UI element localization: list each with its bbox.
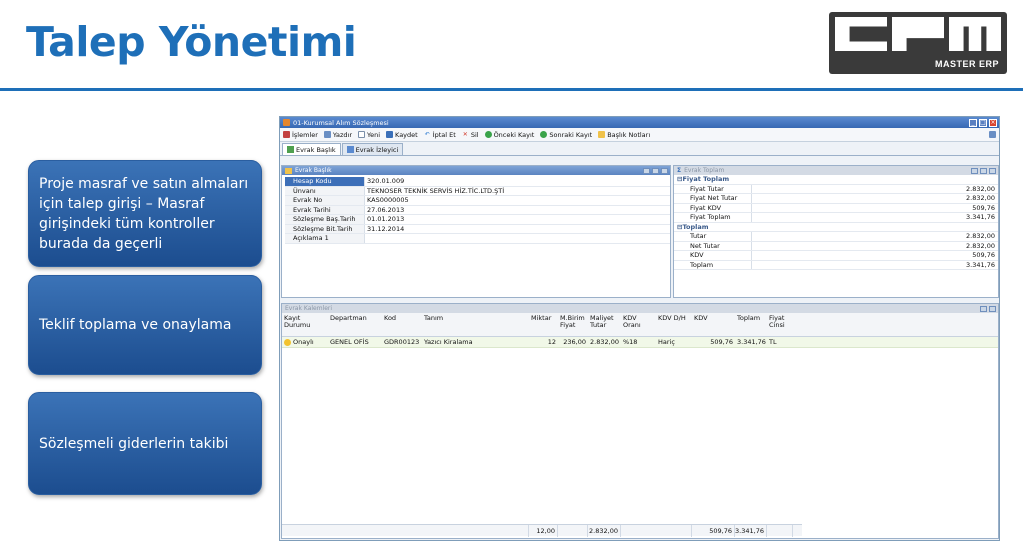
total-row: Fiyat Toplam 3.341,76 [674, 213, 998, 223]
total-row: Toplam 3.341,76 [674, 260, 998, 270]
feature-box-request: Proje masraf ve satın almaları için tale… [28, 160, 262, 267]
close-icon[interactable]: × [989, 118, 997, 127]
previous-record-button[interactable]: Önceki Kayıt [484, 131, 534, 139]
next-record-button[interactable]: Sonraki Kayıt [540, 131, 592, 139]
logo-letters [835, 17, 1001, 51]
footer-kdv: 509,76 [692, 525, 735, 537]
logo-subtitle: MASTER ERP [934, 59, 999, 69]
window-titlebar: 01-Kurumsal Alım Sözleşmesi _ □ × [280, 117, 999, 128]
tab-strip: Evrak Başlık Evrak İzleyici [280, 142, 999, 156]
table-row[interactable]: Onaylı GENEL OFİS GDR00123 Yazıcı Kirala… [282, 337, 998, 348]
total-row: Net Tutar 2.832,00 [674, 241, 998, 251]
cell: 2.832,00 [590, 338, 619, 346]
grid-header: Kayıt Durumu Departman Kod Tanım Miktar … [282, 313, 998, 337]
tab-evrak-izleyici[interactable]: Evrak İzleyici [341, 143, 404, 155]
cell: 236,00 [563, 338, 586, 346]
cancel-button[interactable]: ↶ İptal Et [424, 131, 456, 139]
header-panel-title-bar: Evrak Başlık [282, 166, 670, 175]
footer-maliyet: 2.832,00 [588, 525, 621, 537]
col-header[interactable]: Fiyat Cinsi [767, 315, 793, 329]
feature-box-contracts: Sözleşmeli giderlerin takibi [28, 392, 262, 495]
approved-smiley-icon [284, 338, 291, 346]
total-row: Fiyat KDV 509,76 [674, 203, 998, 213]
help-icon[interactable] [989, 131, 999, 138]
delete-button[interactable]: ✕ Sil [462, 131, 479, 139]
cell: 509,76 [710, 338, 733, 346]
title-rule [0, 88, 1023, 91]
erp-window: 01-Kurumsal Alım Sözleşmesi _ □ × İşleml… [279, 116, 1000, 541]
col-header[interactable]: Miktar [529, 315, 558, 322]
field-unvani[interactable]: Ünvanı TEKNOSER TEKNİK SERVİS HİZ.TİC.LTD… [285, 186, 670, 196]
lines-panel: Evrak Kalemleri Kayıt Durumu Departman K… [281, 303, 999, 539]
cell: GENEL OFİS [330, 338, 369, 346]
group-fiyat-toplam[interactable]: ⊟ Fiyat Toplam [674, 175, 998, 185]
menu-islemler-button[interactable]: İşlemler [283, 131, 318, 139]
field-sozlesme-bas-tarih[interactable]: Sözleşme Baş.Tarih 01.01.2013 [285, 215, 670, 225]
header-panel: Evrak Başlık Hesap Kodu 320.01.009 Ünvanı… [281, 165, 671, 298]
cell: %18 [623, 338, 638, 346]
feature-box-offers: Teklif toplama ve onaylama [28, 275, 262, 375]
cell: TL [769, 338, 777, 346]
cell: 12 [547, 338, 556, 346]
field-evrak-tarihi[interactable]: Evrak Tarihi 27.06.2013 [285, 205, 670, 215]
toolbar: İşlemler Yazdır Yeni Kaydet ↶ İptal Et ✕ S… [280, 128, 999, 142]
field-hesap-kodu[interactable]: Hesap Kodu 320.01.009 [285, 177, 670, 187]
col-header[interactable]: Toplam [735, 315, 767, 322]
cpm-logo: MASTER ERP [829, 12, 1007, 74]
field-evrak-no[interactable]: Evrak No KAS0000005 [285, 196, 670, 206]
footer-miktar: 12,00 [529, 525, 558, 537]
window-title: 01-Kurumsal Alım Sözleşmesi [293, 118, 389, 127]
total-row: KDV 509,76 [674, 251, 998, 261]
col-header[interactable]: Kod [382, 315, 422, 322]
footer-toplam: 3.341,76 [735, 525, 767, 537]
lines-panel-title-bar: Evrak Kalemleri [282, 304, 998, 313]
col-header[interactable]: Departman [328, 315, 382, 322]
minimize-icon[interactable]: _ [969, 118, 977, 127]
save-button[interactable]: Kaydet [386, 131, 418, 139]
slide-title: Talep Yönetimi [26, 18, 357, 66]
cell: Hariç [658, 338, 675, 346]
col-header[interactable]: KDV D/H [656, 315, 692, 322]
app-icon [283, 119, 290, 126]
total-row: Tutar 2.832,00 [674, 232, 998, 242]
group-toplam[interactable]: ⊟ Toplam [674, 223, 998, 232]
total-row: Fiyat Tutar 2.832,00 [674, 184, 998, 194]
col-header[interactable]: Kayıt Durumu [282, 315, 328, 329]
cell: 3.341,76 [737, 338, 766, 346]
field-aciklama-1[interactable]: Açıklama 1 [285, 234, 670, 244]
col-header[interactable]: KDV Oranı [621, 315, 656, 329]
col-header[interactable]: KDV [692, 315, 735, 322]
cell: GDR00123 [384, 338, 420, 346]
field-sozlesme-bit-tarih[interactable]: Sözleşme Bit.Tarih 31.12.2014 [285, 224, 670, 234]
tab-evrak-baslik[interactable]: Evrak Başlık [282, 143, 341, 155]
grid-footer: 12,00 2.832,00 509,76 3.341,76 [282, 524, 802, 537]
col-header[interactable]: Tanım [422, 315, 529, 322]
header-notes-button[interactable]: Başlık Notları [598, 131, 650, 139]
new-button[interactable]: Yeni [358, 131, 380, 139]
totals-panel-title-bar: Σ Evrak Toplam [674, 166, 998, 175]
maximize-icon[interactable]: □ [979, 118, 987, 127]
total-row: Fiyat Net Tutar 2.832,00 [674, 194, 998, 204]
col-header[interactable]: M.Birim Fiyat [558, 315, 588, 329]
totals-panel: Σ Evrak Toplam ⊟ Fiyat Toplam Fiyat Tuta… [673, 165, 999, 298]
print-button[interactable]: Yazdır [323, 131, 352, 139]
col-header[interactable]: Maliyet Tutar [588, 315, 621, 329]
cell: Yazıcı Kiralama [424, 338, 473, 346]
